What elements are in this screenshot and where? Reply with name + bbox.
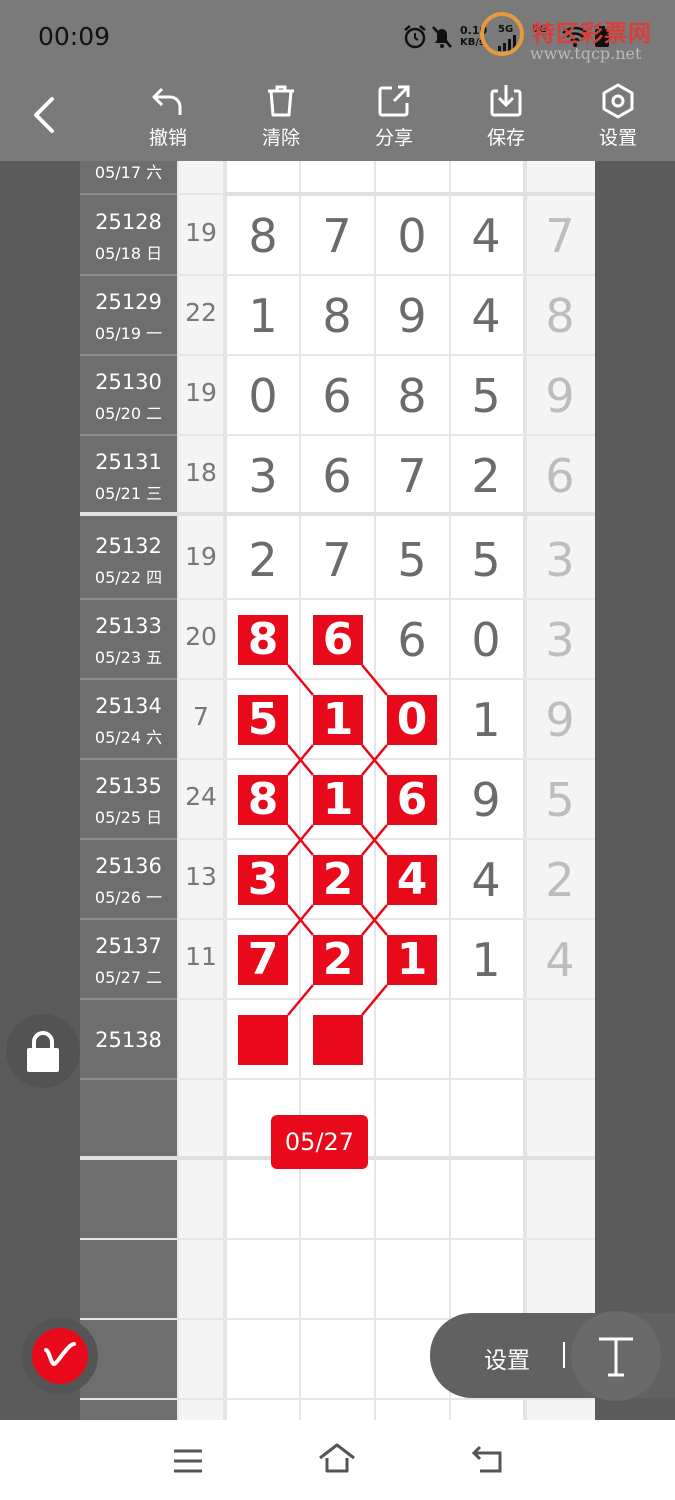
trash-icon (268, 85, 294, 117)
floating-toolbar: 设置 (430, 1311, 675, 1401)
mute-bell-icon (430, 24, 454, 54)
text-t-icon (599, 1337, 633, 1377)
highlighted-digit[interactable]: 3 (238, 855, 288, 905)
highlighted-digit[interactable]: 0 (387, 695, 437, 745)
pattern-line (287, 664, 314, 696)
lock-icon (27, 1031, 59, 1072)
pen-button[interactable] (22, 1318, 98, 1394)
highlighted-digit[interactable]: 6 (313, 615, 363, 665)
watermark-brand: 特区彩票网 (532, 21, 652, 47)
highlighted-digit[interactable]: 4 (387, 855, 437, 905)
pattern-line (361, 984, 388, 1016)
trend-grid[interactable]: 05/17 六 25128 05/18 日 19 8 7 0 4 7 25129 05/19 一2… (80, 161, 595, 1420)
pattern-line (361, 664, 388, 696)
share-icon (378, 85, 410, 117)
watermark: 特区彩票网 www.tqcp.net (476, 10, 675, 70)
highlighted-digit[interactable]: 8 (238, 615, 288, 665)
highlighted-digit[interactable]: 7 (238, 935, 288, 985)
share-button[interactable]: 分享 (354, 83, 434, 155)
settings-label: 设置 (598, 127, 637, 149)
floating-divider (563, 1342, 565, 1368)
pattern-line (287, 984, 314, 1016)
watermark-url: www.tqcp.net (530, 44, 642, 63)
save-button[interactable]: 保存 (466, 83, 546, 155)
back-nav-icon[interactable] (472, 1444, 504, 1474)
highlighted-digit[interactable]: 8 (238, 775, 288, 825)
undo-icon (152, 87, 182, 115)
chevron-left-icon (34, 97, 54, 133)
highlighted-digit[interactable]: 1 (313, 695, 363, 745)
date-badge[interactable]: 05/27 (271, 1115, 368, 1169)
highlighted-digit[interactable]: 1 (387, 935, 437, 985)
status-time: 00:09 (38, 22, 111, 51)
floating-settings-button[interactable]: 设置 (484, 1341, 530, 1375)
highlighted-digit[interactable] (313, 1015, 363, 1065)
watermark-logo-icon (480, 12, 524, 56)
back-button[interactable] (24, 93, 64, 137)
highlighted-digit[interactable] (238, 1015, 288, 1065)
pen-stroke-icon (44, 1342, 76, 1367)
highlighted-digit[interactable]: 2 (313, 855, 363, 905)
status-bar: 00:09 0.10 KB/s 5G 5G 特区彩票网 www.tqcp.net (0, 0, 675, 75)
undo-button[interactable]: 撤销 (128, 83, 208, 155)
settings-button[interactable]: 设置 (578, 83, 658, 155)
highlighted-digit[interactable]: 5 (238, 695, 288, 745)
highlighted-digit[interactable]: 1 (313, 775, 363, 825)
undo-label: 撤销 (148, 127, 187, 149)
text-tool-button[interactable] (571, 1311, 661, 1401)
lock-button[interactable] (6, 1014, 80, 1088)
clear-label: 清除 (261, 127, 300, 149)
alarm-icon (402, 24, 428, 54)
highlighted-digit[interactable]: 2 (313, 935, 363, 985)
pen-button-face (32, 1328, 88, 1384)
toolbar: 撤销 清除 分享 保存 设置 (0, 75, 675, 161)
home-icon[interactable] (318, 1442, 356, 1474)
download-icon (490, 85, 522, 117)
menu-icon[interactable] (172, 1448, 204, 1474)
navigation-bar (0, 1420, 675, 1500)
highlighted-digit[interactable]: 6 (387, 775, 437, 825)
clear-button[interactable]: 清除 (241, 83, 321, 155)
save-label: 保存 (486, 127, 525, 149)
share-label: 分享 (374, 127, 413, 149)
hexagon-gear-icon (602, 83, 634, 119)
